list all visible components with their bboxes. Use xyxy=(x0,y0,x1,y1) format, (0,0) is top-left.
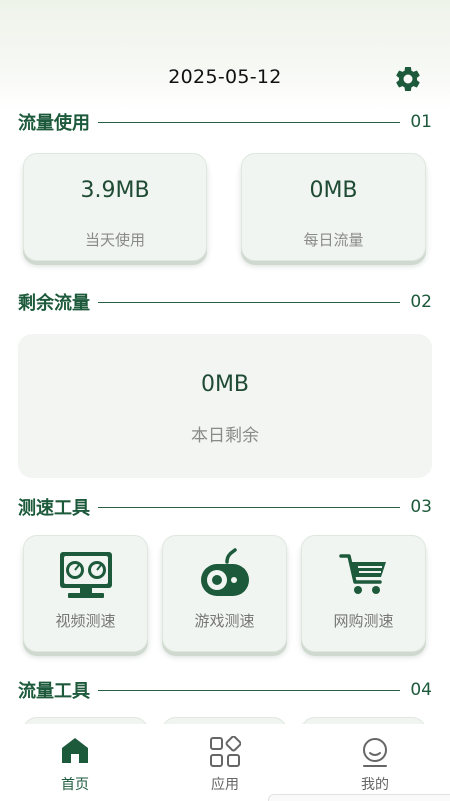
shopping-cart-icon xyxy=(338,554,386,594)
tab-label: 我的 xyxy=(361,777,389,793)
today-usage-label: 当天使用 xyxy=(84,231,145,249)
remaining-value: 0MB xyxy=(200,372,250,397)
section-divider xyxy=(98,121,401,123)
video-speed-test-button[interactable]: 视频测速 xyxy=(23,535,148,652)
section-header-remaining: 剩余流量 02 xyxy=(18,289,432,315)
game-speed-test-button[interactable]: 游戏测速 xyxy=(162,535,287,652)
section-title: 流量工具 xyxy=(18,681,90,702)
section-divider xyxy=(98,301,401,303)
section-number: 03 xyxy=(410,497,432,517)
today-usage-card[interactable]: 3.9MB 当天使用 xyxy=(23,153,207,261)
remaining-card: 0MB 本日剩余 xyxy=(18,334,432,478)
daily-quota-card[interactable]: 0MB 每日流量 xyxy=(241,153,426,261)
remaining-label: 本日剩余 xyxy=(191,426,259,446)
section-divider xyxy=(98,506,401,508)
tab-profile[interactable]: 我的 xyxy=(300,732,450,793)
today-usage-value: 3.9MB xyxy=(80,178,150,203)
section-header-data-tools: 流量工具 04 xyxy=(18,677,432,703)
gamepad-icon xyxy=(200,548,249,596)
apps-grid-icon xyxy=(210,736,241,767)
tab-home[interactable]: 首页 xyxy=(0,732,150,793)
tool-label: 游戏测速 xyxy=(194,612,255,630)
tool-label: 网购测速 xyxy=(333,612,394,630)
header-background xyxy=(0,0,450,110)
bottom-tab-bar: 首页 应用 我的 xyxy=(0,724,450,800)
gear-icon xyxy=(396,66,420,91)
settings-button[interactable] xyxy=(393,64,423,94)
section-header-speed-tools: 测速工具 03 xyxy=(18,494,432,520)
tab-apps[interactable]: 应用 xyxy=(150,732,300,793)
shopping-speed-test-button[interactable]: 网购测速 xyxy=(301,535,426,652)
tab-label: 应用 xyxy=(211,777,239,793)
daily-quota-label: 每日流量 xyxy=(303,231,364,249)
section-number: 02 xyxy=(410,292,432,312)
profile-icon xyxy=(363,738,387,767)
section-divider xyxy=(98,689,401,691)
section-title: 流量使用 xyxy=(18,113,90,134)
monitor-speed-icon xyxy=(59,552,112,598)
section-title: 剩余流量 xyxy=(18,293,90,314)
current-date: 2025-05-12 xyxy=(168,66,282,88)
daily-quota-value: 0MB xyxy=(309,178,358,203)
section-header-usage: 流量使用 01 xyxy=(18,109,432,135)
home-icon xyxy=(62,738,88,763)
tool-label: 视频测速 xyxy=(55,612,116,630)
section-number: 01 xyxy=(410,112,432,132)
tab-label: 首页 xyxy=(61,777,89,793)
section-title: 测速工具 xyxy=(18,498,90,519)
section-number: 04 xyxy=(410,680,432,700)
